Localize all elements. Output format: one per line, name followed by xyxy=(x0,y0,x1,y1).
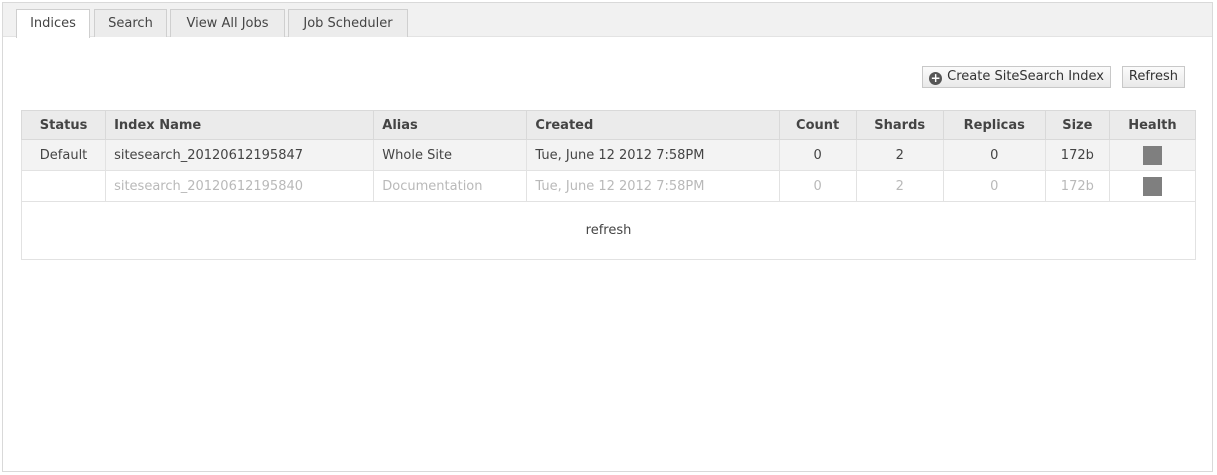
indices-panel: Indices Search View All Jobs Job Schedul… xyxy=(2,2,1213,472)
table-row[interactable]: Default sitesearch_20120612195847 Whole … xyxy=(20,139,1197,171)
replicas-cell: 0 xyxy=(942,139,1046,171)
alias-cell: Documentation xyxy=(373,170,528,202)
refresh-button[interactable]: Refresh xyxy=(1121,66,1185,88)
shards-cell: 2 xyxy=(855,139,944,171)
health-status-icon xyxy=(1142,145,1162,165)
indices-table: Status Index Name Alias Created Count Sh… xyxy=(20,110,1197,260)
shards-cell: 2 xyxy=(855,170,944,202)
health-cell xyxy=(1108,139,1197,171)
count-cell: 0 xyxy=(778,170,857,202)
alias-cell: Whole Site xyxy=(373,139,528,171)
create-sitesearch-index-button[interactable]: + Create SiteSearch Index xyxy=(922,66,1111,88)
index-name-cell: sitesearch_20120612195847 xyxy=(105,139,375,171)
column-header-created[interactable]: Created xyxy=(526,110,780,140)
tab-indices[interactable]: Indices xyxy=(16,9,90,38)
column-header-status[interactable]: Status xyxy=(20,110,107,140)
create-sitesearch-index-label: Create SiteSearch Index xyxy=(947,69,1104,84)
tab-job-scheduler[interactable]: Job Scheduler xyxy=(288,9,408,37)
tab-bar: Indices Search View All Jobs Job Schedul… xyxy=(3,3,1212,38)
column-header-shards[interactable]: Shards xyxy=(855,110,944,140)
index-name-cell: sitesearch_20120612195840 xyxy=(105,170,375,202)
size-cell: 172b xyxy=(1044,170,1110,202)
status-cell xyxy=(20,170,107,202)
table-header-row: Status Index Name Alias Created Count Sh… xyxy=(20,110,1197,140)
created-cell: Tue, June 12 2012 7:58PM xyxy=(526,139,780,171)
tab-view-all-jobs[interactable]: View All Jobs xyxy=(170,9,285,37)
plus-circle-icon: + xyxy=(929,71,943,85)
refresh-cell: refresh xyxy=(21,201,1196,260)
table-row[interactable]: sitesearch_20120612195840 Documentation … xyxy=(20,170,1197,202)
column-header-count[interactable]: Count xyxy=(778,110,857,140)
tab-search[interactable]: Search xyxy=(94,9,167,37)
status-cell: Default xyxy=(20,139,107,171)
health-status-icon xyxy=(1142,176,1162,196)
column-header-size[interactable]: Size xyxy=(1044,110,1110,140)
count-cell: 0 xyxy=(778,139,857,171)
refresh-link[interactable]: refresh xyxy=(586,223,632,238)
created-cell: Tue, June 12 2012 7:58PM xyxy=(526,170,780,202)
replicas-cell: 0 xyxy=(942,170,1046,202)
column-header-health[interactable]: Health xyxy=(1108,110,1197,140)
refresh-row: refresh xyxy=(21,201,1196,260)
health-cell xyxy=(1108,170,1197,202)
size-cell: 172b xyxy=(1044,139,1110,171)
column-header-replicas[interactable]: Replicas xyxy=(942,110,1046,140)
column-header-index-name[interactable]: Index Name xyxy=(105,110,375,140)
column-header-alias[interactable]: Alias xyxy=(373,110,528,140)
